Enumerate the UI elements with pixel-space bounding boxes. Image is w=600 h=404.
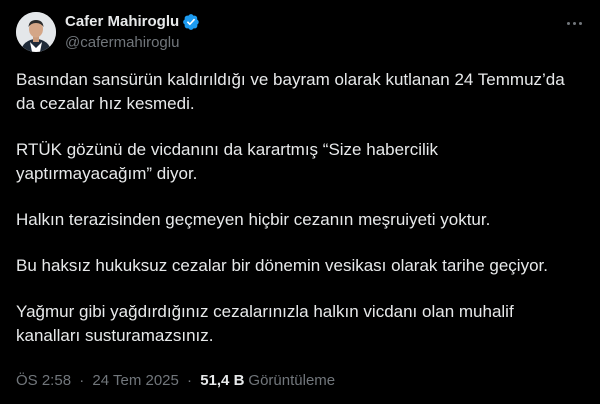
avatar[interactable] — [16, 12, 56, 52]
timestamp-time[interactable]: ÖS 2:58 — [16, 372, 71, 389]
more-dot-icon — [572, 21, 576, 25]
tweet: Cafer Mahiroglu @cafermahiroglu Basından… — [0, 0, 600, 404]
text-line: kanalları susturamazsınız. — [16, 326, 214, 345]
tweet-meta: ÖS 2:58 · 24 Tem 2025 · 51,4 B Görüntülem… — [16, 371, 335, 391]
separator: · — [79, 372, 85, 389]
name-row: Cafer Mahiroglu — [65, 12, 200, 32]
text-line: RTÜK gözünü de vicdanını da karartmış “S… — [16, 140, 439, 159]
separator: · — [187, 372, 193, 389]
timestamp-date[interactable]: 24 Tem 2025 — [92, 372, 178, 389]
text-line: Yağmur gibi yağdırdığınız cezalarınızla … — [16, 302, 514, 321]
text-line: yaptırmayacağım” diyor. — [16, 164, 198, 183]
text-line: Bu haksız hukuksuz cezalar bir dönemin v… — [16, 256, 548, 275]
views-count[interactable]: 51,4 B — [200, 372, 244, 389]
paragraph: Basından sansürün kaldırıldığı ve bayram… — [16, 68, 586, 116]
avatar-image — [16, 12, 56, 52]
views-label: Görüntüleme — [248, 372, 336, 389]
more-options-button[interactable] — [564, 14, 584, 32]
tweet-text: Basından sansürün kaldırıldığı ve bayram… — [16, 68, 586, 370]
paragraph: Halkın terazisinden geçmeyen hiçbir ceza… — [16, 208, 586, 232]
more-dot-icon — [578, 21, 582, 25]
author-block: Cafer Mahiroglu @cafermahiroglu — [65, 12, 200, 53]
paragraph: Yağmur gibi yağdırdığınız cezalarınızla … — [16, 300, 586, 348]
paragraph: RTÜK gözünü de vicdanını da karartmış “S… — [16, 138, 586, 186]
text-line: Halkın terazisinden geçmeyen hiçbir ceza… — [16, 210, 491, 229]
paragraph: Bu haksız hukuksuz cezalar bir dönemin v… — [16, 254, 586, 278]
display-name[interactable]: Cafer Mahiroglu — [65, 12, 179, 32]
text-line: da cezalar hız kesmedi. — [16, 94, 195, 113]
text-line: Basından sansürün kaldırıldığı ve bayram… — [16, 70, 565, 89]
verified-badge-icon[interactable] — [182, 13, 200, 31]
handle[interactable]: @cafermahiroglu — [65, 33, 200, 53]
more-dot-icon — [566, 21, 570, 25]
